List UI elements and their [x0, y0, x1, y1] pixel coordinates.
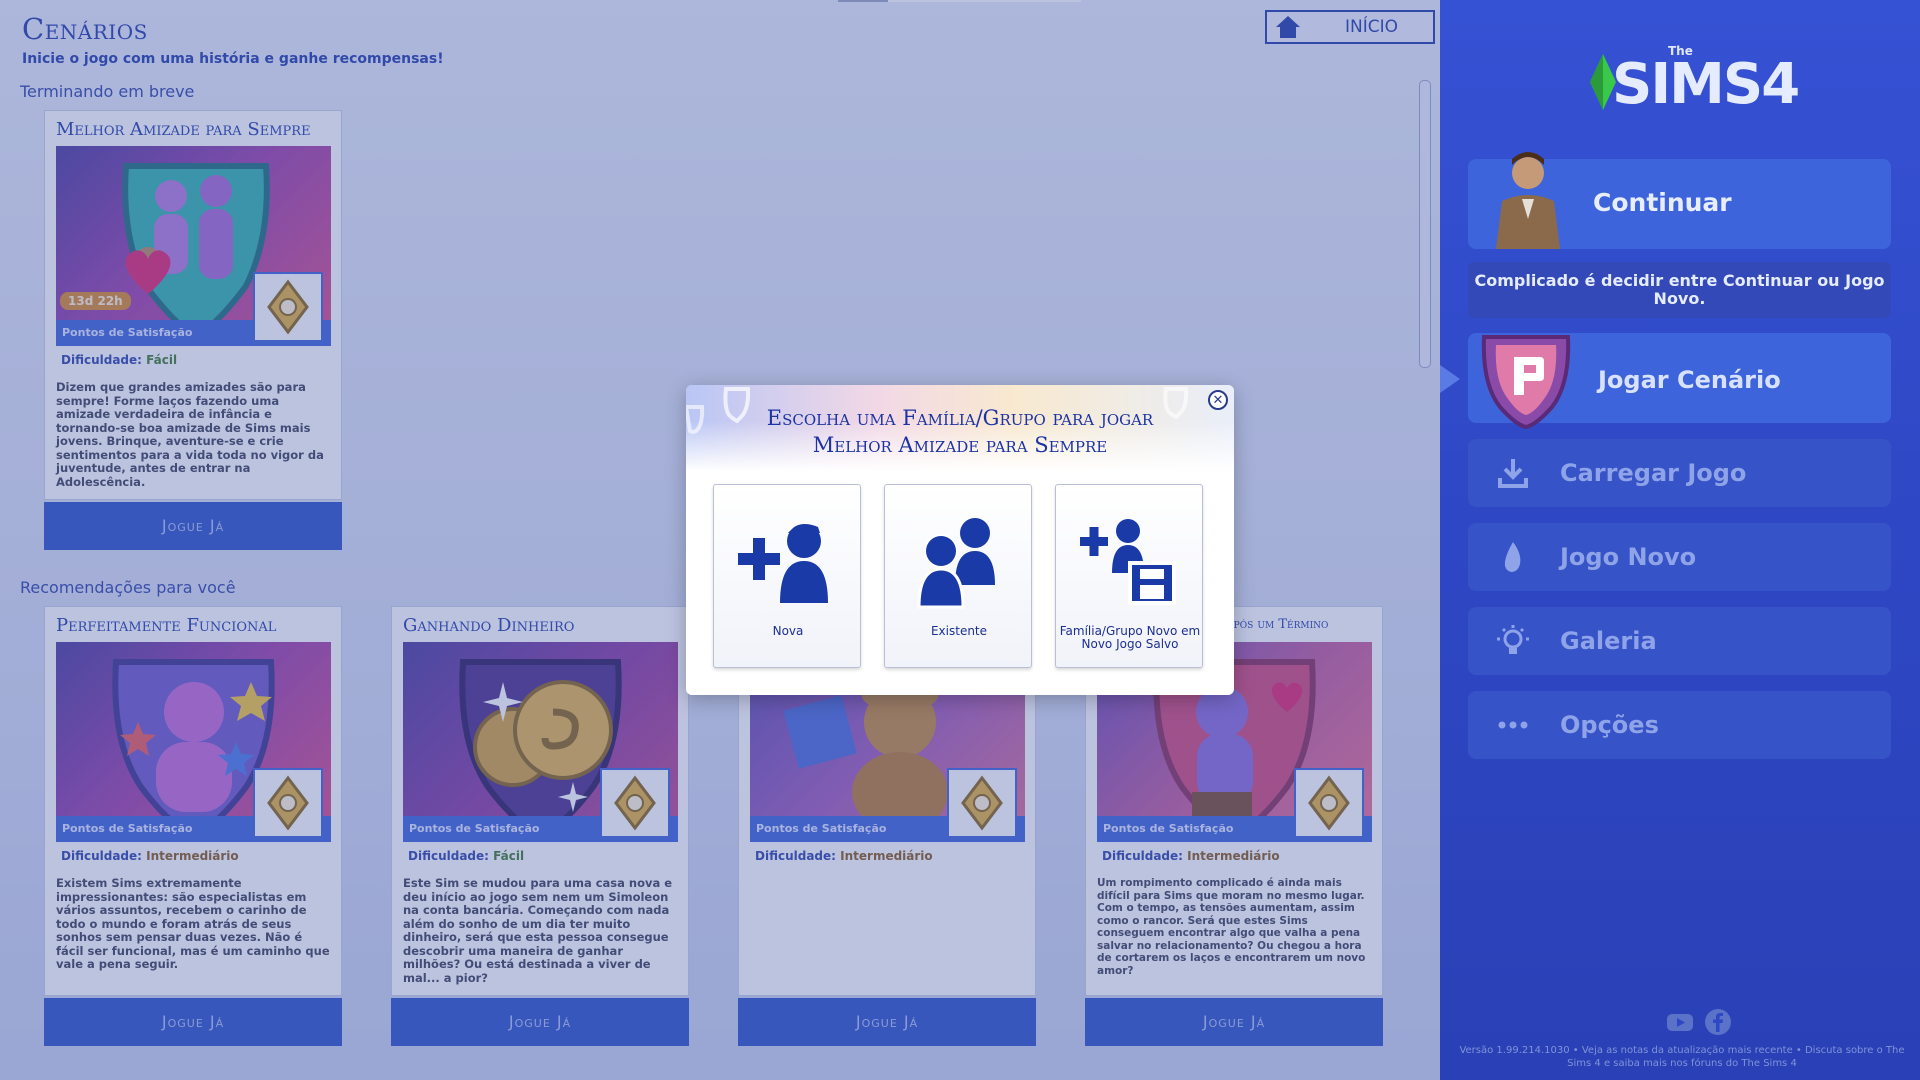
social-links	[1666, 1008, 1732, 1036]
scenario-shield-icon	[1481, 335, 1571, 429]
gallery-bulb-icon	[1497, 625, 1529, 654]
download-icon	[1498, 459, 1528, 488]
more-dots-icon	[1498, 721, 1528, 729]
new-household-new-save-label: Família/Grupo Novo em Novo Jogo Salvo	[1059, 624, 1201, 651]
add-person-save-icon	[1080, 519, 1176, 605]
selected-pointer	[1440, 365, 1460, 393]
version-footer[interactable]: Versão 1.99.214.1030 • Veja as notas da …	[1452, 1044, 1912, 1070]
youtube-icon[interactable]	[1666, 1008, 1694, 1036]
load-game-label: Carregar Jogo	[1560, 459, 1747, 487]
sims4-logo: The SIMS4	[1590, 40, 1800, 120]
play-scenario-label: Jogar Cenário	[1598, 366, 1781, 394]
facebook-icon[interactable]	[1704, 1008, 1732, 1036]
new-game-button[interactable]: Jogo Novo	[1468, 523, 1891, 591]
plumbob-flame-icon	[1504, 542, 1521, 572]
new-household-option[interactable]: Nova	[713, 484, 861, 668]
options-label: Opções	[1560, 711, 1659, 739]
new-household-label: Nova	[772, 624, 804, 638]
existing-household-option[interactable]: Existente	[884, 484, 1032, 668]
add-person-icon	[738, 524, 828, 603]
existing-household-label: Existente	[930, 624, 988, 638]
load-game-button[interactable]: Carregar Jogo	[1468, 439, 1891, 507]
close-button[interactable]: ✕	[1208, 390, 1228, 410]
two-people-icon	[917, 518, 995, 609]
dialog-title: Escolha uma Família/Grupo para jogar Mel…	[766, 406, 1154, 457]
menu-hint: Complicado é decidir entre Continuar ou …	[1468, 262, 1891, 318]
gallery-button[interactable]: Galeria	[1468, 607, 1891, 675]
play-scenario-button[interactable]: Jogar Cenário	[1468, 333, 1891, 429]
continue-button[interactable]: Continuar	[1468, 152, 1891, 249]
choose-household-dialog: Escolha uma Família/Grupo para jogar Mel…	[686, 385, 1234, 695]
new-household-new-save-option[interactable]: Família/Grupo Novo em Novo Jogo Salvo	[1055, 484, 1203, 668]
close-icon: ✕	[1212, 392, 1224, 408]
options-button[interactable]: Opções	[1468, 691, 1891, 759]
sim-avatar	[1496, 152, 1560, 249]
logo-text: SIMS4	[1612, 52, 1800, 117]
new-game-label: Jogo Novo	[1560, 543, 1697, 571]
gallery-label: Galeria	[1560, 627, 1657, 655]
main-menu: The SIMS4 Continuar Complicado é decidir…	[1440, 0, 1920, 1080]
continue-label: Continuar	[1593, 188, 1732, 217]
